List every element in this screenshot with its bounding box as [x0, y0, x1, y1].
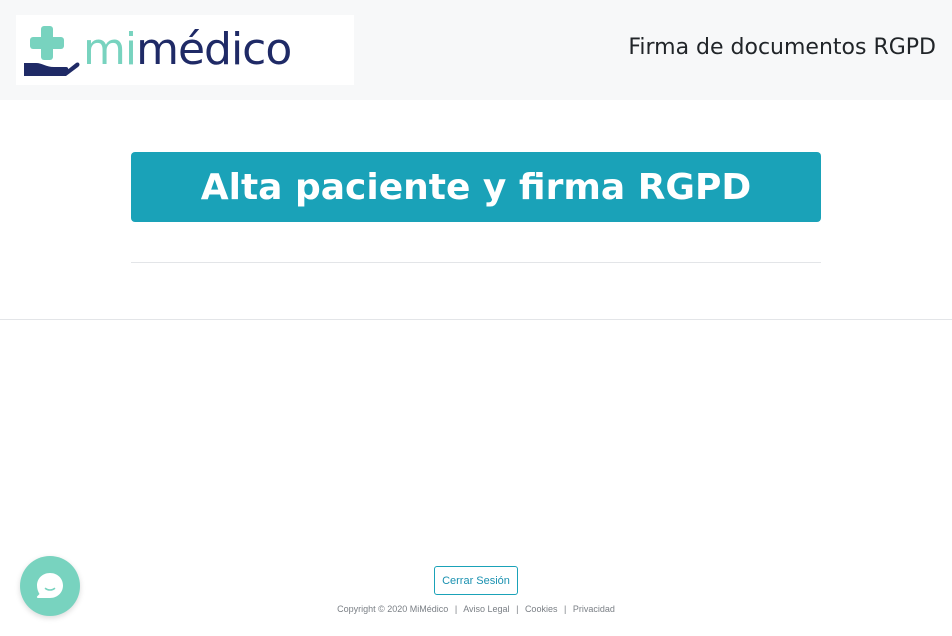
footer-separator: |	[454, 604, 458, 614]
patient-signup-button[interactable]: Alta paciente y firma RGPD	[131, 152, 821, 222]
mimedico-logo[interactable]: mimédico	[16, 15, 354, 85]
patient-signup-label: Alta paciente y firma RGPD	[200, 166, 752, 208]
page-title: Firma de documentos RGPD	[628, 35, 936, 60]
chat-widget-button[interactable]	[20, 556, 80, 616]
logout-label: Cerrar Sesión	[442, 574, 510, 587]
copyright-text: Copyright © 2020 MiMédico	[337, 604, 449, 614]
logout-button[interactable]: Cerrar Sesión	[434, 566, 518, 595]
hand-holding-cross-icon	[24, 26, 80, 76]
header: mimédico Firma de documentos RGPD	[0, 0, 952, 100]
cookies-link[interactable]: Cookies	[525, 604, 558, 614]
privacy-link[interactable]: Privacidad	[573, 604, 615, 614]
content-divider	[131, 262, 821, 263]
logo-text-mi: mi	[83, 24, 137, 75]
section-divider	[0, 319, 952, 320]
logo-text-medico: médico	[136, 24, 292, 75]
footer-separator: |	[563, 604, 567, 614]
legal-notice-link[interactable]: Aviso Legal	[463, 604, 509, 614]
footer: Copyright © 2020 MiMédico | Aviso Legal …	[0, 604, 952, 614]
chat-bubble-icon	[36, 573, 63, 598]
logo-wordmark: mimédico	[83, 18, 292, 82]
footer-separator: |	[516, 604, 519, 614]
